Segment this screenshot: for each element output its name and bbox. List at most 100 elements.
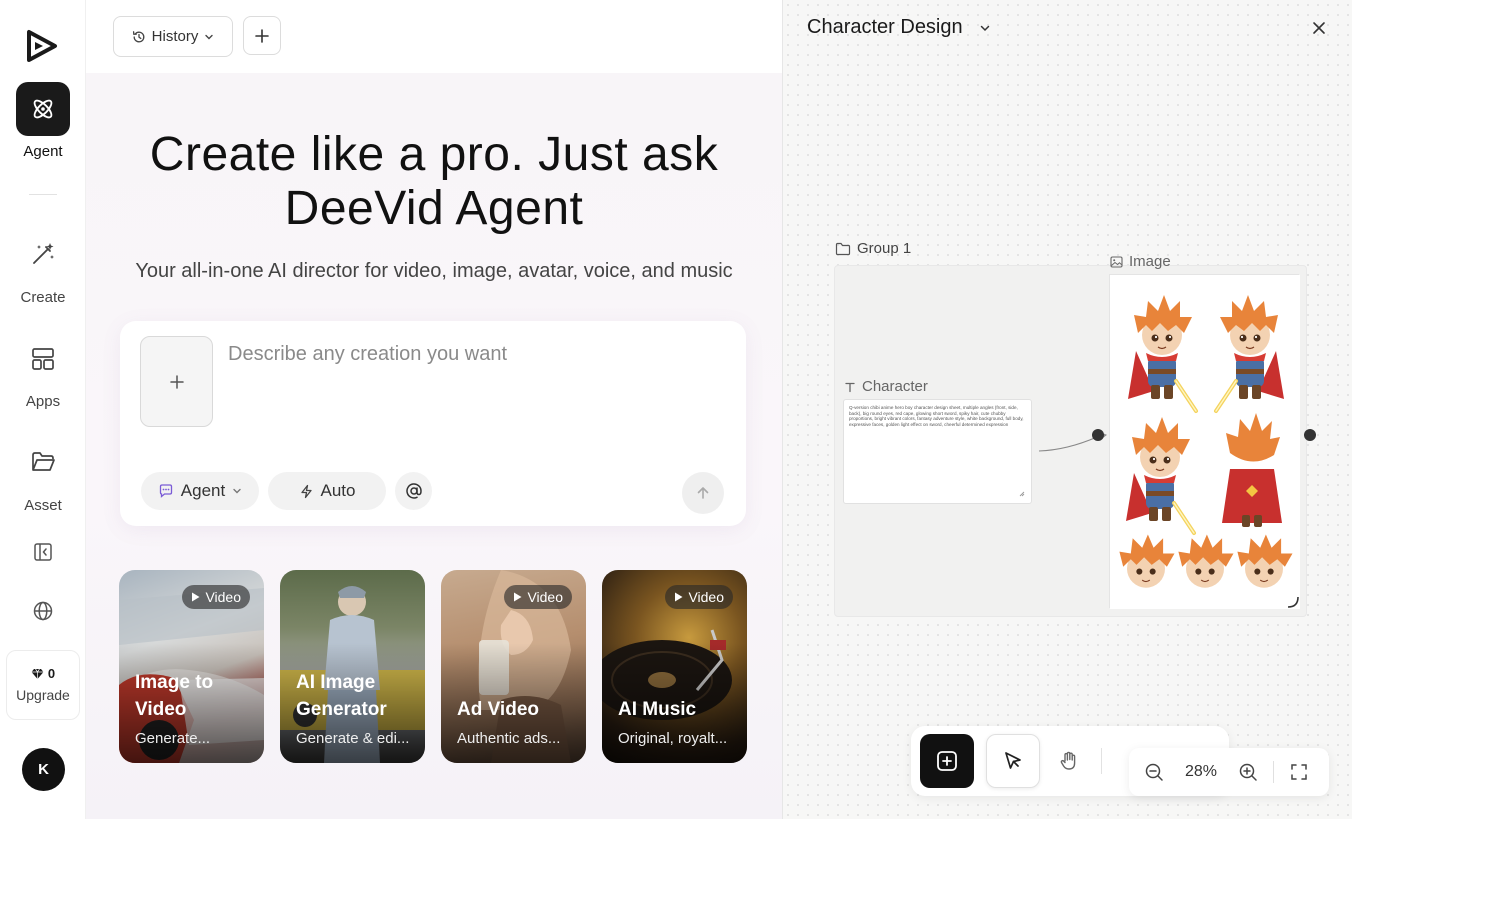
sidebar-item-agent[interactable] [16, 82, 70, 136]
image-node[interactable] [1109, 274, 1300, 609]
close-icon [1313, 22, 1325, 34]
character-sheet-image [1110, 275, 1300, 609]
card-description: Original, royalt... [618, 730, 728, 747]
group-label-text: Group 1 [857, 240, 912, 257]
fit-screen-button[interactable] [1274, 748, 1324, 796]
canvas-panel[interactable]: Character Design Group 1 Character Q-ver… [782, 0, 1352, 819]
character-text-node[interactable]: Q-version chibi anime hero boy character… [843, 399, 1032, 504]
mention-button[interactable] [395, 472, 432, 510]
video-badge: Video [504, 585, 572, 609]
avatar[interactable]: K [22, 748, 65, 791]
video-badge: Video [665, 585, 733, 609]
chevron-down-icon [233, 488, 241, 494]
folder-icon[interactable] [29, 448, 57, 476]
video-badge: Video [182, 585, 250, 609]
zoom-out-icon [1145, 763, 1163, 781]
attach-button[interactable] [140, 336, 213, 427]
upgrade-label: Upgrade [16, 687, 70, 703]
card-image-to-video[interactable]: Video Image to Video Generate... [119, 570, 264, 763]
chat-bubble-icon [159, 484, 172, 498]
sidebar-item-apps-label[interactable]: Apps [0, 393, 86, 410]
page-subtitle: Your all-in-one AI director for video, i… [135, 260, 733, 282]
close-panel-button[interactable] [1307, 16, 1331, 40]
node-port-left[interactable] [1092, 429, 1104, 441]
plus-icon [169, 374, 184, 389]
arrow-up-icon [697, 487, 709, 499]
text-icon [845, 382, 855, 392]
card-title: Image to Video [135, 672, 214, 720]
select-tool-button[interactable] [986, 734, 1040, 788]
card-description: Generate & edi... [296, 730, 410, 747]
toolbar-divider [1101, 748, 1102, 774]
history-label: History [151, 28, 199, 45]
card-ai-music[interactable]: Video AI Music Original, royalt... [602, 570, 747, 763]
card-title: AI Music [618, 699, 697, 720]
zoom-controls: 28% [1129, 748, 1329, 796]
character-prompt-text: Q-version chibi anime hero boy character… [849, 405, 1024, 427]
resize-icon[interactable] [1018, 490, 1026, 498]
chevron-down-icon [205, 34, 214, 39]
app-window: Agent Create Apps Asset 0 Upgrade K Hist… [0, 0, 1352, 819]
send-button[interactable] [682, 472, 724, 514]
badge-label: Video [527, 589, 563, 605]
hand-tool-button[interactable] [1042, 734, 1096, 788]
new-chat-button[interactable] [243, 16, 281, 55]
image-node-label[interactable]: Image [1110, 253, 1171, 270]
hand-icon [1060, 751, 1076, 770]
lightning-icon [300, 484, 312, 498]
sidebar-divider [29, 194, 57, 195]
agent-chip-label: Agent [180, 481, 226, 500]
zoom-in-icon [1239, 763, 1257, 781]
zoom-level[interactable]: 28% [1179, 763, 1223, 781]
node-port-right[interactable] [1304, 429, 1316, 441]
zoom-in-button[interactable] [1223, 748, 1273, 796]
card-description: Generate... [135, 730, 211, 747]
history-icon [132, 30, 145, 42]
magic-wand-icon[interactable] [29, 240, 57, 268]
group-label[interactable]: Group 1 [835, 240, 911, 257]
page-title-line2: DeeVid Agent [284, 182, 584, 235]
sidebar-item-create-label[interactable]: Create [0, 289, 86, 306]
apps-icon[interactable] [29, 345, 57, 373]
plus-icon [255, 28, 269, 43]
atom-icon [33, 99, 53, 119]
card-ad-video[interactable]: Video Ad Video Authentic ads... [441, 570, 586, 763]
card-ai-image-generator[interactable]: AI Image Generator Generate & edi... [280, 570, 425, 763]
diamond-icon [31, 668, 44, 679]
topbar: History [86, 0, 782, 73]
badge-label: Video [688, 589, 724, 605]
character-label-text: Character [862, 378, 928, 395]
panel-title: Character Design [807, 16, 963, 38]
play-icon [192, 592, 200, 602]
character-node-label[interactable]: Character [844, 378, 928, 395]
folder-icon [835, 242, 851, 255]
fullscreen-icon [1291, 764, 1307, 780]
zoom-out-button[interactable] [1129, 748, 1179, 796]
card-description: Authentic ads... [457, 730, 561, 747]
gems-count: 0 [7, 666, 79, 681]
connector-edge [1038, 432, 1108, 452]
prompt-box: Agent Auto [120, 321, 746, 526]
card-title: AI Image Generator [296, 672, 387, 720]
globe-icon[interactable] [29, 597, 57, 625]
image-label-text: Image [1129, 253, 1171, 270]
upgrade-button[interactable]: 0 Upgrade [6, 650, 80, 720]
logo-icon[interactable] [22, 26, 62, 66]
main-area: History Create like a pro. Just ask DeeV… [86, 0, 782, 819]
sidebar-item-asset-label[interactable]: Asset [0, 497, 86, 514]
history-button[interactable]: History [113, 16, 233, 57]
badge-label: Video [205, 589, 241, 605]
agent-mode-dropdown[interactable]: Agent [141, 472, 259, 510]
sidebar: Agent Create Apps Asset 0 Upgrade K [0, 0, 86, 819]
page-title-line1: Create like a pro. Just ask [149, 128, 719, 181]
collapse-sidebar-icon[interactable] [29, 538, 57, 566]
resize-handle-icon[interactable] [1286, 595, 1300, 609]
prompt-input[interactable] [228, 339, 708, 369]
auto-mode-chip[interactable]: Auto [268, 472, 386, 510]
play-icon [514, 592, 522, 602]
panel-title-dropdown[interactable]: Character Design [807, 16, 991, 39]
gems-value: 0 [47, 666, 56, 681]
add-node-button[interactable] [920, 734, 974, 788]
sidebar-item-agent-label[interactable]: Agent [0, 143, 86, 160]
card-title: Ad Video [457, 699, 539, 720]
